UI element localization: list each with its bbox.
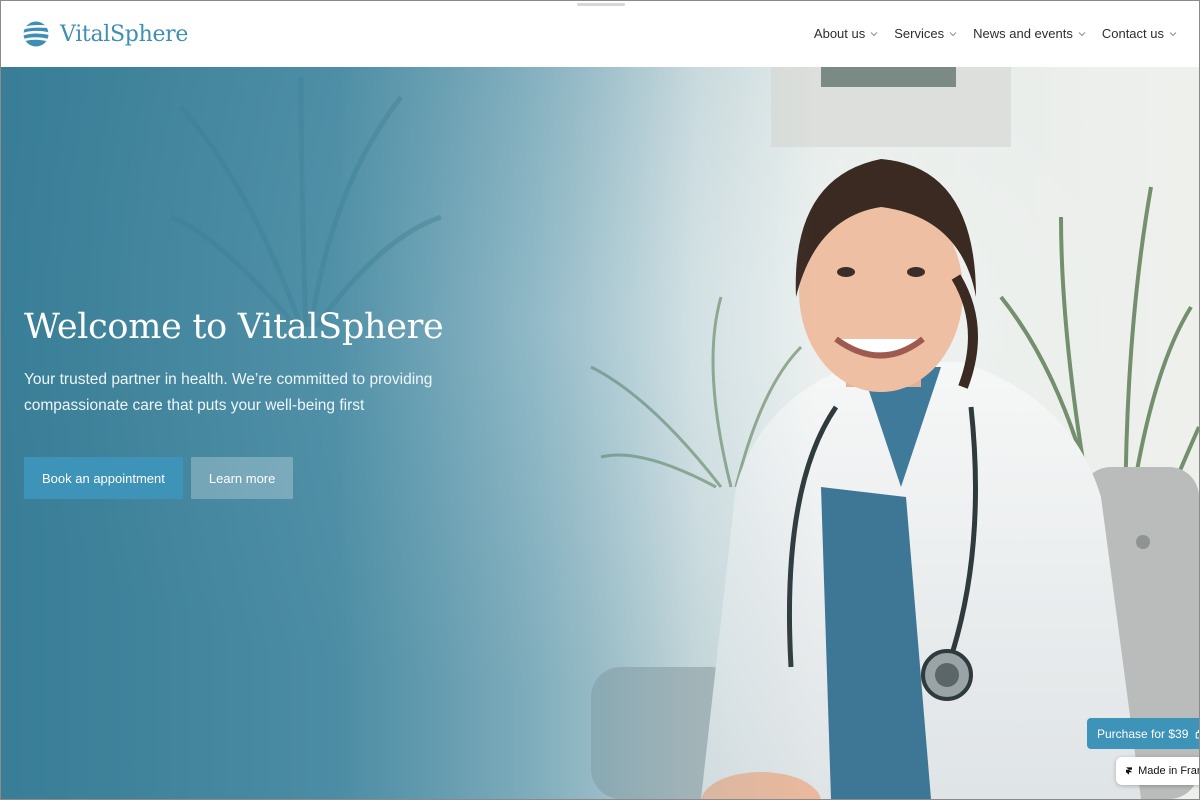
hero-section: Welcome to VitalSphere Your trusted part… <box>1 67 1199 799</box>
chevron-down-icon <box>949 31 957 36</box>
nav-item-about-us[interactable]: About us <box>814 26 878 41</box>
nav-item-label: News and events <box>973 26 1073 41</box>
hero-subtitle-line-2: compassionate care that puts your well-b… <box>24 397 365 415</box>
learn-more-button[interactable]: Learn more <box>190 457 294 500</box>
nav-item-label: Contact us <box>1101 26 1164 41</box>
bag-icon <box>1196 729 1199 739</box>
brand-name: VitalSphere <box>60 21 189 47</box>
nav-item-contact-us[interactable]: Contact us <box>1102 26 1177 41</box>
made-in-label: Made in Fram <box>1138 765 1200 777</box>
globe-stripes-icon <box>23 21 49 47</box>
purchase-label: Purchase for $39 <box>1097 726 1189 741</box>
brand-logo-link[interactable]: VitalSphere <box>23 21 188 47</box>
nav-item-services[interactable]: Services <box>894 26 957 41</box>
browser-viewport: VitalSphere About us Services News and e… <box>0 0 1200 800</box>
book-appointment-button[interactable]: Book an appointment <box>24 457 183 500</box>
nav-item-label: Services <box>894 26 945 41</box>
nav-item-label: About us <box>813 26 866 41</box>
nav-item-news-and-events[interactable]: News and events <box>973 26 1086 41</box>
hero-cta-row: Book an appointment Learn more <box>24 457 504 500</box>
hero-content: Welcome to VitalSphere Your trusted part… <box>24 307 504 500</box>
chevron-down-icon <box>870 31 878 36</box>
chevron-down-icon <box>1169 31 1177 36</box>
main-nav: About us Services News and events Contac… <box>814 26 1177 41</box>
hero-subtitle: Your trusted partner in health. We’re co… <box>24 367 464 419</box>
drag-handle[interactable] <box>577 3 625 6</box>
made-in-framer-badge[interactable]: Made in Fram <box>1116 757 1200 785</box>
site-header: VitalSphere About us Services News and e… <box>1 1 1199 67</box>
chevron-down-icon <box>1078 31 1086 36</box>
framer-logo-icon <box>1126 767 1133 775</box>
purchase-button[interactable]: Purchase for $39 <box>1087 718 1199 749</box>
hero-subtitle-line-1: Your trusted partner in health. We’re co… <box>24 371 433 389</box>
hero-title: Welcome to VitalSphere <box>24 307 444 347</box>
